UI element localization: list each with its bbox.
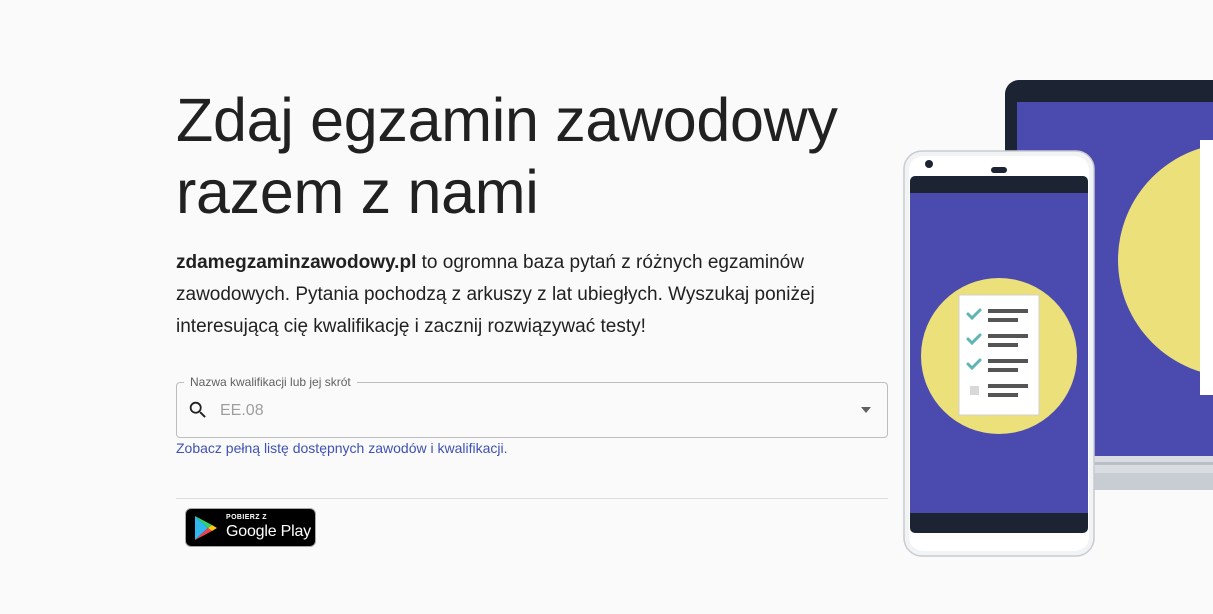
search-input[interactable] (218, 396, 842, 426)
devices-illustration (903, 80, 1213, 557)
google-play-badge[interactable]: POBIERZ Z Google Play (185, 508, 316, 547)
google-play-icon (195, 516, 217, 540)
intro-paragraph: zdamegzaminzawodowy.pl to ogromna baza p… (176, 247, 888, 343)
arrow-drop-down-icon[interactable] (858, 404, 874, 416)
hero-title: Zdaj egzamin zawodowy razem z nami (176, 84, 876, 228)
phone-illustration (903, 150, 1095, 557)
google-play-big-text: Google Play (226, 523, 311, 540)
brand-name: zdamegzaminzawodowy.pl (176, 252, 417, 273)
search-field-label: Nazwa kwalifikacji lub jej skrót (184, 374, 357, 390)
search-icon (189, 401, 206, 418)
hero-title-line-2: razem z nami (176, 158, 539, 226)
google-play-small-text: POBIERZ Z (226, 514, 267, 521)
full-list-link[interactable]: Zobacz pełną listę dostępnych zawodów i … (176, 439, 508, 457)
hero-title-line-1: Zdaj egzamin zawodowy (176, 86, 838, 154)
section-divider (176, 498, 888, 499)
